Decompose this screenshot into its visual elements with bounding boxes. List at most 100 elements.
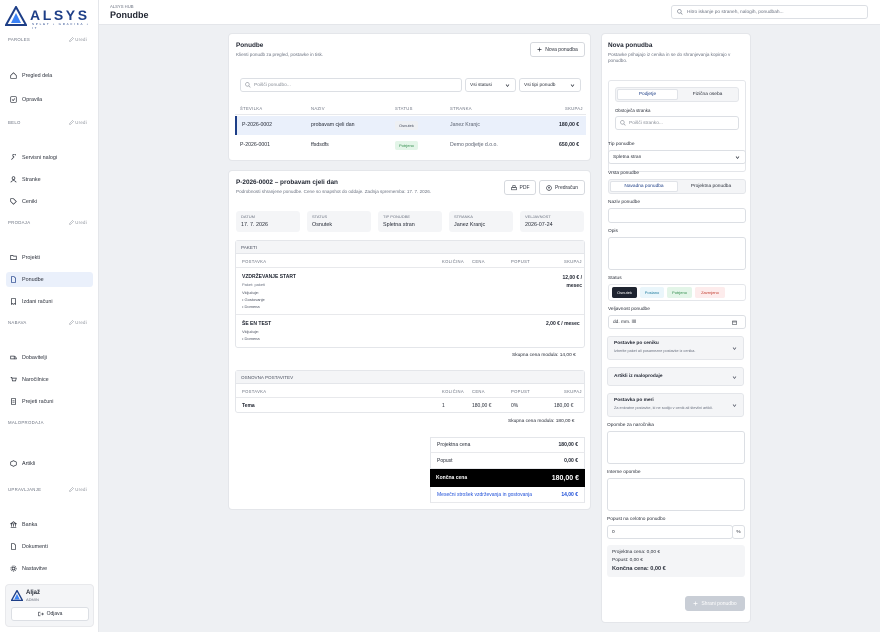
sidebar-item-dobavitelji[interactable]: Dobavitelji bbox=[6, 350, 93, 365]
save-offer-button[interactable]: Shrani ponudbo bbox=[685, 596, 745, 611]
sidebar-item-projekti[interactable]: Projekti bbox=[6, 250, 93, 265]
custom-item-accordion[interactable]: Postavka po meri Za enkratne postavke, k… bbox=[607, 393, 744, 417]
section-nabava: NABAVA Uredi bbox=[8, 320, 87, 326]
section-upravljanje: UPRAVLJANJE Uredi bbox=[8, 487, 87, 493]
plus-icon bbox=[693, 601, 698, 606]
table-row[interactable]: P-2026-0002 probavam cjeli dan Osnutek J… bbox=[235, 116, 586, 135]
edit-section-button[interactable]: Uredi bbox=[69, 220, 87, 226]
client-search-input[interactable]: Poišči stranko... bbox=[615, 116, 739, 130]
pencil-icon bbox=[69, 320, 75, 326]
sidebar-item-banka[interactable]: Banka bbox=[6, 517, 93, 532]
sidebar-item-dokumenti[interactable]: Dokumenti bbox=[6, 539, 93, 554]
discount-unit: % bbox=[732, 525, 745, 539]
retail-items-accordion[interactable]: Artikli iz maloprodaje bbox=[607, 367, 744, 386]
detail-subtitle: Podrobnosti shranjene ponudbe. Cene so s… bbox=[236, 189, 432, 194]
global-search-input[interactable]: Hitro iskanje po straneh, nalogih, ponud… bbox=[671, 5, 868, 19]
status-osnutek-button[interactable]: Osnutek bbox=[612, 287, 637, 298]
info-card-validity: VELJAVNOST 2026-07-24 bbox=[520, 211, 584, 232]
internal-note-textarea[interactable] bbox=[607, 478, 745, 511]
sidebar-item-ceniki[interactable]: Ceniki bbox=[6, 194, 93, 209]
gear-icon bbox=[10, 565, 17, 572]
section-belo: BELO Uredi bbox=[8, 120, 87, 126]
plus-icon bbox=[537, 47, 542, 52]
info-card-status: STATUS Osnutek bbox=[307, 211, 371, 232]
search-icon bbox=[245, 82, 251, 88]
offers-subtitle: Klienti ponudb za pregled, postavke in t… bbox=[236, 52, 324, 57]
sidebar-item-ponudbe[interactable]: Ponudbe bbox=[6, 272, 93, 287]
section-paroles: PAROLES Uredi bbox=[8, 37, 87, 43]
chevron-down-icon bbox=[505, 84, 510, 88]
tab-navadna-ponudba[interactable]: Navadna ponudba bbox=[610, 181, 678, 192]
client-type-toggle[interactable]: Podjetje Fizična oseba bbox=[615, 87, 739, 102]
calendar-icon bbox=[732, 320, 737, 325]
truck-icon bbox=[10, 355, 17, 360]
type-label: Tip ponudbe bbox=[608, 142, 635, 147]
receipt-icon bbox=[546, 184, 552, 191]
user-name: Aljaž bbox=[26, 590, 41, 596]
table-row: Tema 1 180,00 € 0% 180,00 € bbox=[242, 403, 574, 409]
offer-description-textarea[interactable] bbox=[608, 237, 746, 270]
brand-name: ALSYS bbox=[30, 7, 90, 23]
offers-search-input[interactable]: Poišči ponudbo... bbox=[240, 78, 462, 92]
basic-module-total: Skupna cena modula: 180,00 € bbox=[508, 419, 575, 424]
sidebar-item-opravila[interactable]: Opravila bbox=[6, 92, 93, 107]
offer-type-select[interactable]: Spletna stran bbox=[608, 150, 746, 164]
sidebar-item-prejeti-racuni[interactable]: Prejeti računi bbox=[6, 394, 93, 409]
chevron-down-icon bbox=[570, 84, 575, 88]
offers-title: Ponudbe bbox=[236, 42, 264, 49]
form-final-price: Končna cena: 0,00 € bbox=[612, 566, 666, 572]
task-icon bbox=[10, 96, 17, 103]
status-poslano-button[interactable]: Poslano bbox=[640, 287, 664, 298]
edit-section-button[interactable]: Uredi bbox=[69, 487, 87, 493]
status-selector: Osnutek Poslano Potrjeno Zavrnjeno bbox=[608, 284, 746, 301]
info-card-type: TIP PONUDBE Spletna stran bbox=[378, 211, 442, 232]
edit-section-button[interactable]: Uredi bbox=[69, 120, 87, 126]
pdf-button[interactable]: PDF bbox=[504, 180, 536, 195]
sidebar-item-izdani-racuni[interactable]: Izdani računi bbox=[6, 294, 93, 309]
sidebar-item-artikli[interactable]: Artikli bbox=[6, 456, 93, 471]
wrench-icon bbox=[11, 154, 16, 160]
offers-table-header: ŠTEVILKA NAZIV STATUS STRANKA SKUPAJ bbox=[235, 102, 586, 115]
users-icon bbox=[10, 176, 17, 183]
bank-icon bbox=[10, 521, 17, 528]
breadcrumb[interactable]: ALSYS HUB bbox=[110, 4, 134, 9]
logout-icon bbox=[37, 611, 44, 617]
sidebar-item-stranke[interactable]: Stranke bbox=[6, 172, 93, 187]
info-card-client: STRANKA Janez Kranjc bbox=[449, 211, 513, 232]
package-row: ŠE EN TEST Vključuje: • Domena 2,00 € / … bbox=[242, 321, 580, 341]
offer-name-input[interactable] bbox=[608, 208, 746, 223]
sidebar-item-pregled-dela[interactable]: Pregled dela bbox=[6, 68, 93, 83]
brand-logo[interactable]: ALSYS SPLET • GRAFIKA • IT bbox=[5, 6, 95, 30]
home-icon bbox=[10, 72, 17, 79]
chevron-down-icon bbox=[735, 156, 740, 160]
validity-date-input[interactable]: dd. mm. llll bbox=[608, 315, 746, 329]
sidebar-item-nastavitve[interactable]: Nastavitve bbox=[6, 561, 93, 576]
discount-input[interactable]: 0 bbox=[607, 525, 733, 539]
chevron-down-icon bbox=[732, 347, 737, 351]
catalog-items-accordion[interactable]: Postavke po ceniku Izberite paket ali po… bbox=[607, 336, 744, 360]
status-zavrnjeno-button[interactable]: Zavrnjeno bbox=[695, 287, 725, 298]
status-filter-select[interactable]: Vsi statusi bbox=[465, 78, 516, 92]
sidebar-item-narocilnice[interactable]: Naročilnice bbox=[6, 372, 93, 387]
new-offer-button[interactable]: Nova ponudba bbox=[530, 42, 585, 57]
basic-title: OSNOVNA POSTAVITEV bbox=[236, 371, 584, 384]
predracun-button[interactable]: Predračun bbox=[539, 180, 585, 195]
name-label: Naziv ponudbe bbox=[608, 200, 641, 205]
offer-kind-toggle[interactable]: Navadna ponudba Projektna ponudba bbox=[608, 179, 746, 194]
table-row[interactable]: P-2026-0001 ffsdsdfs Potrjeno Demo podje… bbox=[235, 135, 586, 154]
section-maloprodaja: MALOPRODAJA bbox=[8, 420, 44, 425]
edit-section-button[interactable]: Uredi bbox=[69, 37, 87, 43]
detail-title: P-2026-0002 – probavam cjeli dan bbox=[236, 179, 338, 186]
tab-projektna-ponudba[interactable]: Projektna ponudba bbox=[678, 181, 744, 192]
client-note-textarea[interactable] bbox=[607, 431, 745, 464]
edit-section-button[interactable]: Uredi bbox=[69, 320, 87, 326]
status-potrjeno-button[interactable]: Potrjeno bbox=[667, 287, 692, 298]
type-filter-select[interactable]: Vsi tipi ponudb bbox=[519, 78, 581, 92]
offers-panel: Ponudbe Klienti ponudb za pregled, posta… bbox=[228, 33, 591, 161]
tab-fizicna-oseba[interactable]: Fizična oseba bbox=[678, 89, 737, 100]
tab-podjetje[interactable]: Podjetje bbox=[617, 89, 678, 100]
client-label: Obstoječa stranka bbox=[615, 108, 651, 113]
sidebar-item-servisni-nalogi[interactable]: Servisni nalogi bbox=[6, 150, 93, 165]
logout-button[interactable]: Odjava bbox=[11, 607, 89, 621]
form-title: Nova ponudba bbox=[608, 42, 653, 49]
